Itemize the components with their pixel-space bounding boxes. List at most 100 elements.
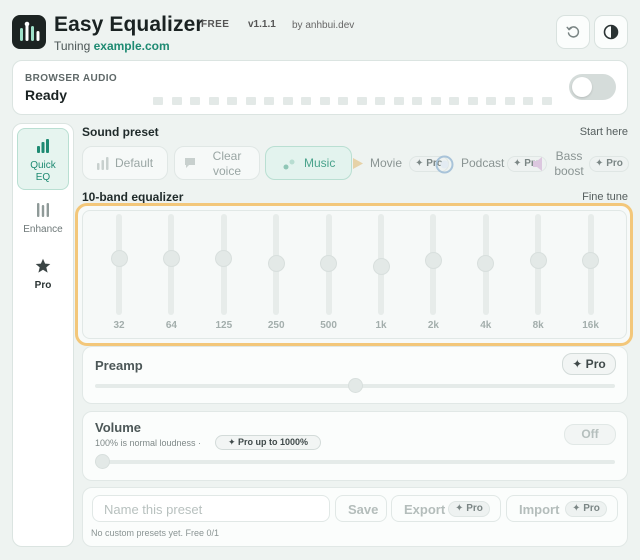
band-label: 2k	[427, 320, 439, 331]
meter-segment	[375, 97, 385, 105]
volume-boost-toggle[interactable]: Off	[564, 424, 616, 445]
sidebar: Quick EQ Enhance Pro	[12, 123, 74, 547]
tuning-label: Tuning example.com	[54, 39, 170, 53]
preset-clear-voice-button[interactable]: Clear voice	[174, 146, 260, 180]
meter-segment	[208, 97, 219, 105]
browser-audio-card: BROWSER AUDIO Ready	[12, 60, 628, 115]
version-label: v1.1.1	[248, 19, 276, 30]
preamp-pro-badge[interactable]: ✦ Pro	[562, 353, 616, 375]
volume-pro-pill[interactable]: ✦ Pro up to 1000%	[215, 435, 321, 450]
sidebar-item-label: Enhance	[23, 224, 63, 235]
sidebar-item-enhance[interactable]: Enhance	[17, 202, 69, 236]
meter-segment	[393, 97, 404, 105]
preset-label: Music	[304, 156, 336, 170]
band-knob-64[interactable]	[162, 249, 180, 267]
app-logo	[12, 15, 46, 49]
sliders-icon	[37, 203, 49, 217]
meter-segment	[171, 97, 182, 105]
pro-tag: ✦ Pro	[589, 156, 629, 172]
preset-label-line: boost	[554, 164, 584, 178]
star-icon	[35, 258, 51, 273]
reset-button[interactable]	[556, 15, 590, 49]
band-label: 16k	[582, 320, 599, 331]
meter-segment	[282, 97, 293, 105]
preset-podcast-button[interactable]: Podcast ✦ Pro	[434, 146, 547, 180]
audio-toggle[interactable]	[569, 74, 616, 100]
preset-movie-button[interactable]: Movie ✦ Pro	[352, 146, 449, 180]
plan-badge: FREE	[201, 19, 230, 30]
sidebar-item-pro[interactable]: Pro	[17, 258, 69, 292]
meter-segment	[190, 97, 200, 105]
meter-segment	[449, 97, 459, 105]
bars-chart-icon	[37, 139, 49, 153]
band-label: 125	[215, 320, 233, 331]
preset-label-line: voice	[212, 164, 241, 178]
volume-slider-track[interactable]	[95, 460, 615, 464]
import-button[interactable]: Import ✦ Pro	[506, 495, 618, 522]
preset-label-line: Bass	[555, 149, 583, 163]
preset-label: Bass boost	[549, 149, 589, 179]
meter-segment	[227, 97, 237, 105]
band-knob-8k[interactable]	[529, 251, 547, 269]
save-button[interactable]: Save	[335, 495, 387, 522]
band-knob-32[interactable]	[110, 249, 128, 267]
band-knob-1k[interactable]	[372, 258, 390, 276]
meter-segment	[541, 97, 552, 105]
sidebar-item-label: Pro	[34, 280, 52, 291]
app-title: Easy Equalizer	[54, 13, 204, 36]
preset-label: Movie	[370, 156, 403, 170]
meter-segment	[245, 97, 256, 105]
meter-segment	[412, 97, 422, 105]
preamp-slider-knob[interactable]	[347, 378, 363, 393]
volume-slider-knob[interactable]	[95, 454, 110, 469]
equalizer-title: 10-band equalizer	[82, 190, 184, 204]
preset-label: Podcast	[461, 156, 505, 170]
pro-tag: ✦ Pro	[448, 501, 490, 517]
preset-label: Clear voice	[205, 149, 249, 179]
preset-label: Default	[115, 156, 154, 170]
meter-segment	[153, 97, 163, 105]
preset-name-input[interactable]: Name this preset	[92, 495, 330, 522]
toggle-knob	[572, 77, 592, 97]
theme-toggle-button[interactable]	[594, 15, 628, 49]
preset-music-button[interactable]: Music	[265, 146, 352, 180]
meter-segment	[430, 97, 441, 105]
preset-default-button[interactable]: Default	[82, 146, 168, 180]
band-knob-16k[interactable]	[582, 251, 600, 269]
band-knob-250[interactable]	[267, 254, 285, 272]
sound-preset-title: Sound preset	[82, 125, 159, 139]
contrast-icon	[603, 24, 619, 40]
band-label: 8k	[532, 320, 544, 331]
tuning-site: example.com	[93, 39, 170, 53]
meter-segment	[523, 97, 533, 105]
equalizer-logo-icon	[20, 21, 40, 41]
speaker-icon	[533, 157, 542, 171]
band-label: 32	[113, 320, 125, 331]
preset-bass-boost-button[interactable]: Bass boost ✦ Pro	[532, 146, 632, 180]
music-note-icon	[283, 159, 295, 170]
pro-tag: ✦ Pro	[565, 501, 607, 517]
fine-tune-hint: Fine tune	[582, 191, 628, 203]
meter-segment	[319, 97, 330, 105]
band-label: 500	[320, 320, 337, 331]
preamp-title: Preamp	[95, 358, 143, 373]
volume-title: Volume	[95, 420, 141, 435]
band-knob-500[interactable]	[320, 254, 338, 272]
speech-icon	[185, 158, 195, 168]
reset-icon	[566, 26, 580, 38]
tuning-prefix: Tuning	[54, 39, 91, 53]
play-icon	[353, 158, 363, 169]
sidebar-item-quick-eq[interactable]: Quick EQ	[17, 128, 69, 190]
meter-segment	[504, 97, 515, 105]
save-label: Save	[348, 502, 379, 517]
meter-segment	[486, 97, 496, 105]
volume-subtitle: 100% is normal loudness ·	[95, 438, 202, 448]
export-label: Export	[404, 502, 446, 517]
custom-preset-status: No custom presets yet. Free 0/1	[91, 528, 220, 538]
meter-segment	[264, 97, 274, 105]
sidebar-item-label: Quick	[30, 160, 56, 171]
export-button[interactable]: Export ✦ Pro	[391, 495, 501, 522]
bars-chart-icon	[97, 157, 109, 170]
author-label: by anhbui.dev	[292, 20, 355, 31]
band-knob-2k[interactable]	[424, 251, 442, 269]
